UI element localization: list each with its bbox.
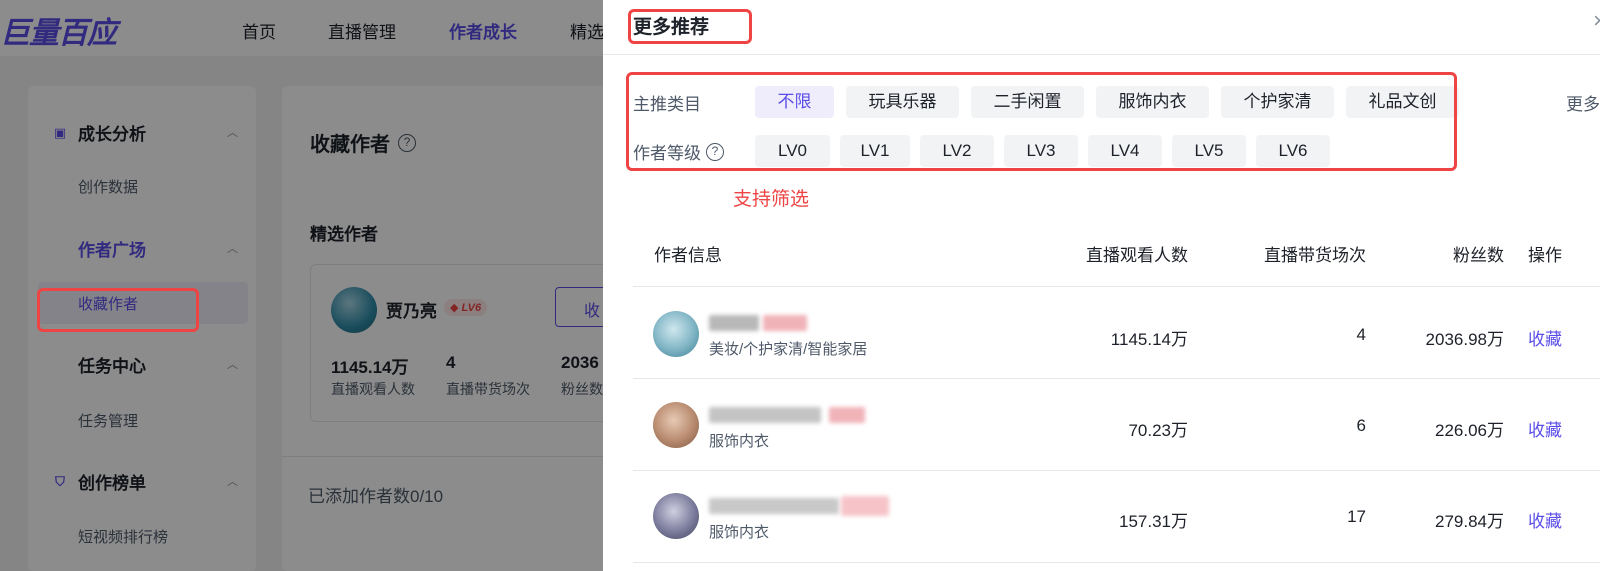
- column-header-live-views: 直播观看人数: [1086, 246, 1188, 265]
- author-name-blurred: [709, 498, 839, 514]
- favorite-link[interactable]: 收藏: [1528, 325, 1562, 350]
- close-icon[interactable]: ×: [1593, 8, 1600, 34]
- cell-live-views: 1145.14万: [1110, 330, 1188, 349]
- favorite-link[interactable]: 收藏: [1528, 507, 1562, 532]
- annotation-highlight-box: [628, 9, 752, 44]
- cell-live-views: 157.31万: [1119, 512, 1188, 531]
- avatar: [653, 311, 699, 357]
- column-header-live-sessions: 直播带货场次: [1264, 246, 1366, 265]
- divider: [603, 54, 1600, 55]
- column-header-author-info: 作者信息: [654, 246, 722, 265]
- author-badge-blurred: [763, 315, 807, 331]
- column-header-fans: 粉丝数: [1453, 246, 1504, 265]
- divider: [633, 470, 1600, 471]
- column-header-action: 操作: [1528, 246, 1562, 265]
- more-categories-link[interactable]: 更多: [1566, 90, 1600, 115]
- favorite-link[interactable]: 收藏: [1528, 416, 1562, 441]
- cell-fans: 226.06万: [1435, 421, 1504, 440]
- annotation-highlight-box: [37, 288, 199, 332]
- cell-fans: 279.84万: [1435, 512, 1504, 531]
- avatar: [653, 402, 699, 448]
- author-name-blurred: [709, 315, 759, 331]
- cell-live-views: 70.23万: [1128, 421, 1188, 440]
- author-category: 服饰内衣: [709, 433, 770, 450]
- cell-live-sessions: 4: [1356, 325, 1366, 344]
- author-badge-blurred: [829, 407, 865, 423]
- author-category: 服饰内衣: [709, 524, 770, 541]
- divider: [633, 562, 1600, 563]
- recommend-drawer: 更多推荐 × 主推类目 不限 玩具乐器 二手闲置 服饰内衣 个护家清 礼品文创 …: [603, 0, 1600, 571]
- author-badge-blurred: [841, 496, 889, 516]
- annotation-text: 支持筛选: [733, 189, 810, 210]
- divider: [633, 286, 1600, 287]
- author-name-blurred: [709, 407, 821, 423]
- divider: [633, 378, 1600, 379]
- cell-live-sessions: 17: [1347, 507, 1366, 526]
- author-category: 美妆/个护家清/智能家居: [709, 341, 868, 358]
- annotation-highlight-box: [626, 72, 1457, 171]
- avatar: [653, 493, 699, 539]
- cell-live-sessions: 6: [1356, 416, 1366, 435]
- cell-fans: 2036.98万: [1425, 330, 1504, 349]
